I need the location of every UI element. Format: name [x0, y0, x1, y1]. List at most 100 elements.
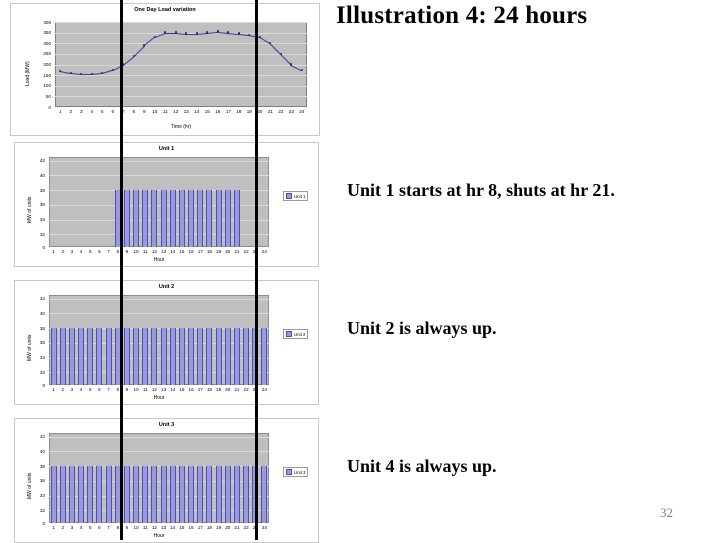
- unit-1-chart: Unit 1 0 32 34 36 38 40 42 1 2 3 4 5 6 7 8 9 10 11 12 13 14 1…: [14, 142, 319, 267]
- bar: [224, 328, 231, 385]
- gridline: [55, 22, 307, 23]
- bar: [169, 190, 176, 247]
- bar: [78, 466, 84, 523]
- gridline: [55, 85, 307, 87]
- y-axis-tick: 42: [39, 158, 45, 164]
- gridline: [49, 160, 269, 162]
- bar: [142, 328, 149, 385]
- slide: One Day Load variation 0 50 100 150 200 250 30…: [0, 0, 720, 543]
- vertical-rule-right: [255, 0, 258, 540]
- legend-swatch: [286, 331, 292, 337]
- data-point: [153, 35, 156, 39]
- bar: [151, 466, 158, 523]
- gridline: [49, 175, 269, 177]
- bar: [133, 190, 139, 247]
- gridline: [55, 64, 307, 66]
- bar: [142, 466, 149, 523]
- bar: [160, 466, 167, 523]
- bar: [233, 466, 240, 523]
- gridline: [55, 75, 307, 77]
- load-variation-chart: One Day Load variation 0 50 100 150 200 250 30…: [10, 3, 320, 136]
- y-axis-tick: 250: [43, 51, 51, 57]
- bar: [123, 466, 130, 523]
- data-point: [111, 68, 114, 71]
- x-axis-tick: 24: [261, 387, 267, 392]
- caption-unit-1: Unit 1 starts at hr 8, shuts at hr 21.: [347, 180, 615, 200]
- bar: [197, 190, 204, 247]
- bar: [197, 328, 204, 385]
- y-axis-tick: 42: [39, 434, 45, 440]
- bar: [169, 466, 176, 523]
- gridline: [49, 298, 269, 300]
- bar: [151, 190, 158, 247]
- bar: [105, 466, 112, 523]
- bar: [59, 466, 66, 523]
- gridline: [55, 96, 307, 98]
- bar: [224, 190, 231, 247]
- bar: [178, 466, 185, 523]
- page-title: Illustration 4: 24 hours: [336, 2, 588, 29]
- data-point: [237, 32, 240, 35]
- bar: [133, 466, 139, 523]
- x-axis-label: Hour: [153, 533, 165, 539]
- chart-title: Unit 3: [158, 422, 175, 428]
- data-point: [258, 35, 261, 39]
- y-axis-tick: 42: [39, 296, 45, 302]
- x-axis-label: Hour: [153, 395, 165, 401]
- chart-title: Unit 2: [158, 284, 175, 290]
- bar: [78, 328, 84, 385]
- bar: [123, 190, 130, 247]
- x-axis-label: Time (hr): [170, 124, 192, 130]
- bar: [206, 466, 213, 523]
- bar: [243, 466, 249, 523]
- chart-title: Unit 1: [158, 146, 175, 152]
- bar: [206, 328, 213, 385]
- legend-label: Unit 3: [294, 469, 306, 475]
- y-axis-tick: 200: [43, 62, 51, 67]
- x-axis-tick: 24: [299, 109, 305, 114]
- y-axis-tick: 0: [42, 244, 45, 250]
- y-axis-tick: 150: [43, 72, 51, 78]
- bar: [160, 190, 167, 247]
- bar: [261, 328, 268, 385]
- y-axis-tick: 32: [39, 369, 45, 375]
- gridline: [55, 53, 307, 55]
- bar: [160, 328, 167, 385]
- bar: [96, 328, 103, 385]
- y-axis-label: MW of units: [27, 196, 33, 223]
- bar: [224, 466, 231, 523]
- bar: [215, 466, 222, 523]
- y-axis-label: MW of units: [27, 334, 33, 361]
- bar: [50, 328, 57, 385]
- bar: [50, 466, 57, 523]
- y-axis-tick: 40: [39, 172, 45, 178]
- bar: [261, 466, 268, 523]
- bar: [206, 190, 213, 247]
- y-axis-tick: 38: [39, 463, 45, 469]
- bar: [215, 328, 222, 385]
- y-axis-tick: 50: [45, 93, 51, 99]
- bar: [59, 328, 66, 385]
- x-axis-label: Hour: [153, 257, 165, 263]
- page-number: 32: [660, 505, 673, 520]
- bar: [178, 190, 185, 247]
- y-axis-label: Load (MW): [25, 61, 31, 86]
- caption-unit-4: Unit 4 is always up.: [347, 456, 497, 476]
- data-point: [195, 32, 198, 35]
- y-axis-tick: 38: [39, 187, 45, 193]
- vertical-rule-left: [120, 0, 123, 540]
- bar: [87, 328, 94, 385]
- bar: [68, 328, 75, 385]
- y-axis-tick: 100: [43, 83, 51, 89]
- y-axis-tick: 350: [43, 30, 51, 36]
- data-point: [216, 30, 219, 33]
- bar: [188, 328, 194, 385]
- y-axis-tick: 0: [48, 104, 51, 110]
- legend: Unit 2: [283, 329, 309, 339]
- bar: [151, 328, 158, 385]
- x-axis-tick: 24: [261, 525, 267, 530]
- bar: [123, 328, 130, 385]
- legend: Unit 1: [283, 191, 309, 201]
- y-axis-tick: 40: [39, 448, 45, 454]
- x-axis-tick: 24: [261, 249, 267, 254]
